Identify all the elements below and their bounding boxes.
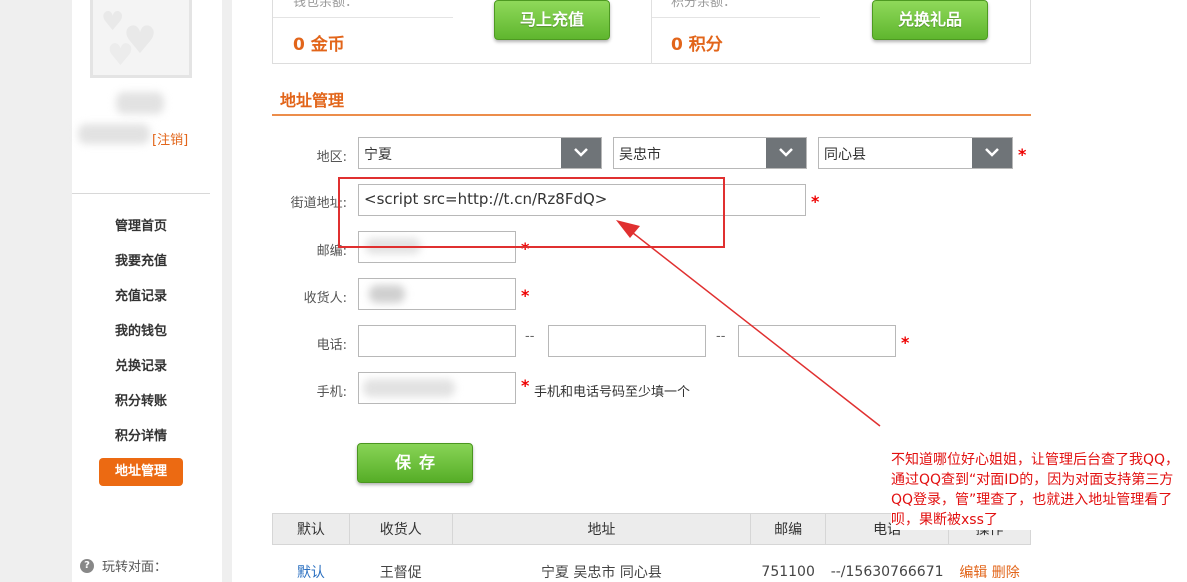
annotation-note: 不知道哪位好心姐姐，让管理后台查了我QQ，通过QQ查到“对面ID的，因为对面支持… bbox=[891, 450, 1183, 530]
